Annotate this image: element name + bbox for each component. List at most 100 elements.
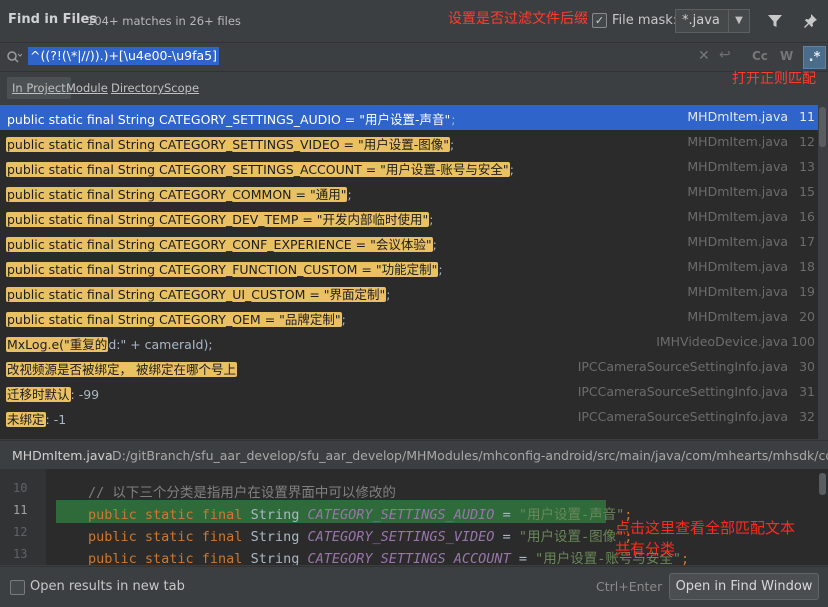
file-mask-combo[interactable]: *.java ▼ — [675, 9, 750, 33]
open-in-find-window-button[interactable]: Open in Find Window — [669, 573, 819, 600]
result-rest: ; — [509, 162, 514, 177]
scope-in-project[interactable]: In Project — [7, 77, 71, 99]
new-line-icon[interactable]: ↩ — [719, 47, 731, 63]
file-mask-checkbox[interactable]: ✓ — [592, 13, 607, 28]
result-file: MHDmItem.java — [687, 309, 788, 324]
result-row[interactable]: public static final String CATEGORY_SETT… — [0, 105, 818, 130]
result-rest: : -99 — [70, 387, 100, 402]
result-row[interactable]: 未绑定: -1 IPCCameraSourceSettingInfo.java … — [0, 405, 818, 430]
code-type: String — [250, 551, 300, 565]
regex-button[interactable]: .* — [803, 46, 826, 69]
result-match: public static final String CATEGORY_CONF… — [6, 237, 433, 252]
line-number: 12 — [13, 525, 28, 539]
result-match: public static final String CATEGORY_OEM … — [6, 312, 342, 327]
result-line: 12 — [799, 134, 815, 149]
code-constant: CATEGORY_SETTINGS_AUDIO — [307, 507, 495, 523]
result-rest: : -1 — [45, 412, 67, 427]
result-file: IPCCameraSourceSettingInfo.java — [577, 409, 788, 424]
scope-tabs: In Project Module Directory Scope — [0, 72, 828, 104]
result-file: IPCCameraSourceSettingInfo.java — [577, 384, 788, 399]
scope-directory[interactable]: Directory — [111, 81, 164, 95]
result-match: public static final String CATEGORY_UI_C… — [6, 287, 387, 302]
code-comment: // 以下三个分类是指用户在设置界面中可以修改的 — [88, 485, 396, 501]
search-input[interactable]: ^((?!(\*|//)).)+[\u4e00-\u9fa5] — [28, 47, 219, 65]
pin-icon[interactable] — [802, 12, 820, 30]
scope-scope[interactable]: Scope — [164, 81, 199, 95]
file-mask-value: *.java — [682, 13, 720, 28]
code-type: String — [250, 529, 300, 545]
result-file: MHDmItem.java — [687, 209, 788, 224]
code-keyword: public static final — [88, 529, 243, 545]
result-row[interactable]: public static final String CATEGORY_COMM… — [0, 180, 818, 205]
line-number: 10 — [13, 481, 28, 495]
find-header: Find in Files 104+ matches in 26+ files … — [0, 0, 828, 42]
result-file: MHDmItem.java — [687, 184, 788, 199]
result-row[interactable]: public static final String CATEGORY_OEM … — [0, 305, 818, 330]
code-string: "用户设置-图像" — [518, 529, 625, 545]
result-file: IPCCameraSourceSettingInfo.java — [577, 359, 788, 374]
results-scroll-thumb[interactable] — [819, 107, 826, 147]
result-match: public static final String CATEGORY_SETT… — [6, 162, 510, 177]
result-file: MHDmItem.java — [687, 134, 788, 149]
result-row[interactable]: public static final String CATEGORY_DEV_… — [0, 205, 818, 230]
result-match: public static final String CATEGORY_SETT… — [7, 112, 451, 127]
result-row[interactable]: public static final String CATEGORY_CONF… — [0, 230, 818, 255]
result-rest: ; — [386, 287, 391, 302]
result-rest: ; — [347, 187, 352, 202]
result-match: public static final String CATEGORY_DEV_… — [6, 212, 430, 227]
line-number: 13 — [13, 547, 28, 561]
result-match: 未绑定 — [6, 412, 46, 427]
preview-file-path: D:/gitBranch/sfu_aar_develop/sfu_aar_dev… — [112, 448, 828, 463]
code-type: String — [250, 507, 300, 523]
result-line: 15 — [799, 184, 815, 199]
code-operator: = — [502, 507, 511, 523]
code-keyword: public static final — [88, 551, 243, 565]
result-row[interactable]: public static final String CATEGORY_SETT… — [0, 155, 818, 180]
results-scrollbar[interactable] — [818, 105, 828, 439]
clear-icon[interactable]: ✕ — [698, 48, 710, 64]
dialog-title: Find in Files — [8, 12, 98, 27]
result-rest: ; — [450, 137, 455, 152]
open-in-new-tab-label[interactable]: Open results in new tab — [30, 579, 185, 594]
open-in-new-tab-checkbox[interactable] — [10, 580, 25, 595]
result-line: 100 — [791, 334, 815, 349]
result-line: 32 — [799, 409, 815, 424]
chevron-down-icon[interactable]: ▼ — [728, 10, 749, 32]
result-rest: d:" + cameraId); — [108, 337, 213, 352]
scope-module[interactable]: Module — [66, 81, 108, 95]
result-row[interactable]: public static final String CATEGORY_SETT… — [0, 130, 818, 155]
match-case-button[interactable]: Cc — [752, 49, 768, 63]
line-number: 11 — [13, 503, 28, 517]
result-file: MHDmItem.java — [687, 259, 788, 274]
result-file: MHDmItem.java — [687, 234, 788, 249]
result-line: 31 — [799, 384, 815, 399]
result-row[interactable]: 改视频源是否被绑定， 被绑定在哪个号上 IPCCameraSourceSetti… — [0, 355, 818, 380]
code-operator: = — [502, 529, 511, 545]
code-line: public static final String CATEGORY_SETT… — [88, 525, 632, 545]
code-string: "用户设置-声音" — [518, 507, 625, 523]
code-keyword: public static final — [88, 507, 243, 523]
shortcut-hint: Ctrl+Enter — [596, 579, 663, 594]
result-row[interactable]: public static final String CATEGORY_UI_C… — [0, 280, 818, 305]
result-rest: ; — [432, 237, 437, 252]
result-row[interactable]: public static final String CATEGORY_FUNC… — [0, 255, 818, 280]
result-match: 迁移时默认 — [6, 387, 71, 402]
file-mask-label: File mask: — [612, 13, 678, 28]
result-rest: ; — [451, 112, 456, 127]
search-icon[interactable] — [6, 50, 23, 64]
result-line: 19 — [799, 284, 815, 299]
preview-path-bar: MHDmItem.java D:/gitBranch/sfu_aar_devel… — [0, 440, 828, 469]
preview-file-name: MHDmItem.java — [12, 448, 113, 463]
result-row[interactable]: MxLog.e("重复的d:" + cameraId); IMHVideoDev… — [0, 330, 818, 355]
result-row[interactable]: 迁移时默认: -99 IPCCameraSourceSettingInfo.ja… — [0, 380, 818, 405]
result-file: MHDmItem.java — [687, 109, 788, 124]
words-button[interactable]: W — [780, 49, 793, 63]
filter-icon[interactable] — [766, 12, 784, 30]
result-rest: ; — [341, 312, 346, 327]
preview-scroll-thumb[interactable] — [819, 473, 826, 495]
result-line: 30 — [799, 359, 815, 374]
annotation-filter-note: 设置是否过滤文件后缀 — [448, 11, 588, 27]
results-list: public static final String CATEGORY_SETT… — [0, 105, 818, 439]
result-match: MxLog.e("重复的 — [6, 337, 109, 352]
search-row: ^((?!(\*|//)).)+[\u4e00-\u9fa5] ✕ ↩ Cc W… — [0, 42, 828, 72]
